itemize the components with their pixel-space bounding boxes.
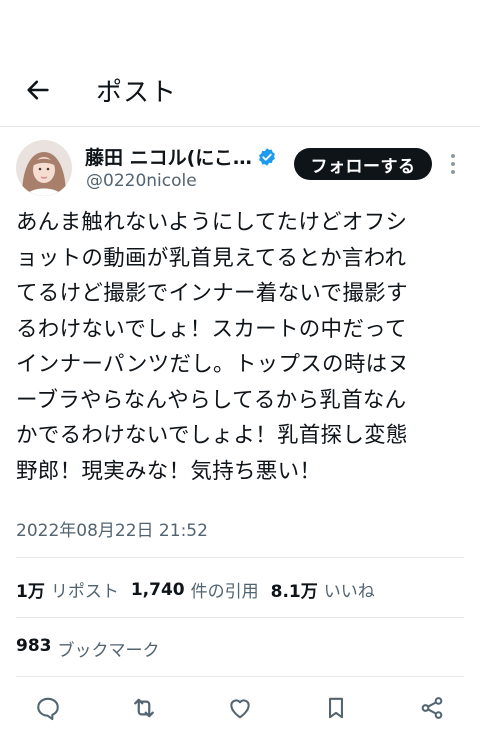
likes-count[interactable]: 8.1万 [271, 577, 318, 602]
tweet-line: ョットの動画が乳首見えてるとか言われ [16, 245, 407, 271]
user-name-row[interactable]: 藤田 ニコル(にこ… [85, 143, 277, 170]
tweet-line: るわけないでしょ！スカートの中だって [16, 316, 407, 342]
tweet-timestamp[interactable]: 2022年08月22日 21:52 [16, 516, 208, 541]
more-vertical-icon[interactable] [446, 150, 460, 178]
reposts-count[interactable]: 1万 [16, 577, 45, 602]
quotes-label[interactable]: 件の引用 [191, 577, 259, 602]
back-arrow-icon[interactable] [22, 74, 54, 106]
reposts-label[interactable]: リポスト [51, 577, 119, 602]
engagement-stats: 1万 リポスト 1,740 件の引用 8.1万 いいね [16, 577, 387, 603]
tweet-line: ーブラやらなんやらしてるから乳首なん [16, 387, 407, 413]
avatar[interactable] [16, 140, 72, 196]
like-icon[interactable] [225, 693, 255, 723]
top-bar: ポスト [0, 60, 480, 127]
divider [16, 617, 464, 618]
bookmarks-stat: 983 ブックマーク [16, 636, 172, 661]
reply-icon[interactable] [33, 693, 63, 723]
action-bar [0, 690, 480, 726]
bookmark-icon[interactable] [321, 693, 351, 723]
tweet-text: あんま触れないようにしてたけどオフシ ョットの動画が乳首見えてるとか言われ てる… [16, 205, 466, 489]
share-icon[interactable] [417, 693, 447, 723]
repost-icon[interactable] [129, 693, 159, 723]
quotes-count[interactable]: 1,740 [131, 580, 185, 600]
tweet-line: あんま触れないようにしてたけどオフシ [16, 210, 408, 235]
divider [16, 557, 464, 558]
bookmarks-label: ブックマーク [57, 641, 160, 661]
user-handle[interactable]: @0220nicole [86, 171, 197, 191]
page-title: ポスト [96, 78, 178, 108]
tweet-line: 野郎！現実みな！気持ち悪い！ [16, 458, 322, 484]
tweet-line: インナーパンツだし。トップスの時はヌ [16, 352, 410, 377]
likes-label[interactable]: いいね [324, 577, 375, 602]
tweet-line: かでるわけないでしょよ！乳首探し変態 [16, 423, 408, 448]
verified-badge-icon [259, 147, 275, 166]
display-name[interactable]: 藤田 ニコル(にこ… [85, 143, 252, 170]
divider [16, 676, 464, 677]
tweet-line: てるけど撮影でインナー着ないで撮影す [16, 281, 408, 306]
bookmarks-count: 983 [16, 636, 52, 656]
follow-button[interactable]: フォローする [294, 148, 432, 180]
